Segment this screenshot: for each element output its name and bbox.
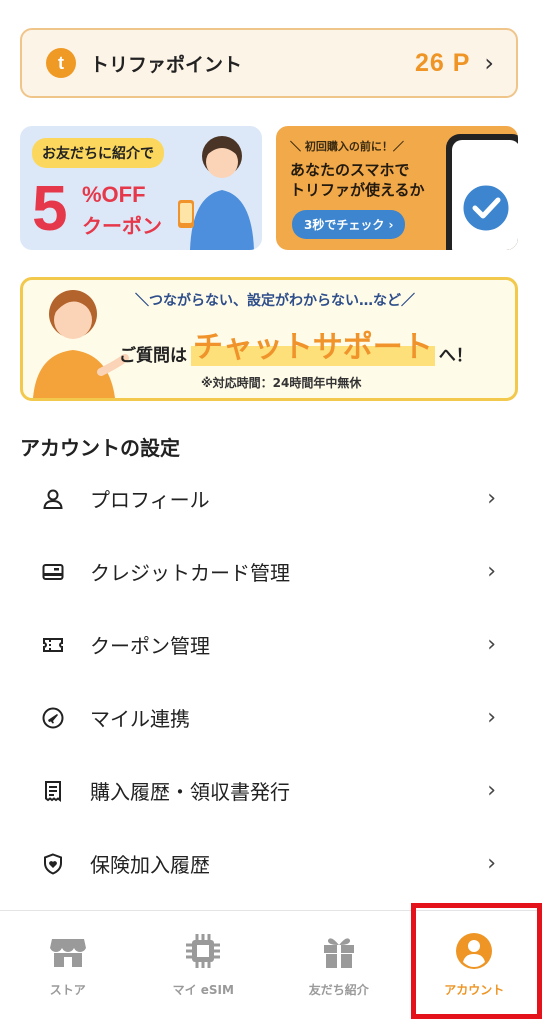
ticket-icon	[40, 632, 66, 658]
tab-account[interactable]: アカウント	[407, 911, 542, 1024]
tab-label: アカウント	[444, 983, 505, 997]
chevron-right-icon: ›	[487, 632, 496, 657]
settings-item-label: 保険加入履歴	[90, 853, 210, 877]
tab-my-esim[interactable]: マイ eSIM	[136, 911, 272, 1024]
points-label: トリファポイント	[90, 53, 243, 76]
shield-icon	[40, 851, 66, 877]
tab-label: ストア	[49, 983, 86, 997]
settings-item-mileage[interactable]: マイル連携 ›	[0, 681, 542, 754]
chat-support-banner[interactable]: ＼つながらない、設定がわからない…など／ ご質問は チャットサポート へ！ ※対…	[20, 277, 518, 401]
tab-store[interactable]: ストア	[0, 911, 136, 1024]
chevron-right-icon: ›	[487, 486, 496, 511]
store-icon	[48, 931, 88, 971]
support-top-text: ＼つながらない、設定がわからない…など／	[135, 293, 415, 309]
check-subtitle: ＼ 初回購入の前に！／	[290, 140, 404, 153]
gift-icon	[319, 931, 359, 971]
settings-item-label: クレジットカード管理	[90, 561, 290, 585]
tab-label: マイ eSIM	[172, 983, 234, 997]
settings-item-label: マイル連携	[90, 707, 190, 731]
settings-item-insurance[interactable]: 保険加入履歴 ›	[0, 827, 542, 900]
invite-banner[interactable]: お友だちに紹介で 5 %OFF クーポン	[20, 126, 262, 250]
check-button[interactable]: 3秒でチェック ›	[292, 210, 406, 239]
support-hours: ※対応時間：24時間年中無休	[201, 376, 362, 390]
chip-icon	[183, 931, 223, 971]
tab-label: 友だち紹介	[308, 983, 369, 997]
invite-off: %OFF	[82, 182, 146, 207]
compatibility-check-banner[interactable]: ＼ 初回購入の前に！／ あなたのスマホで トリファが使えるか 3秒でチェック ›	[276, 126, 518, 250]
settings-item-credit-card[interactable]: クレジットカード管理 ›	[0, 535, 542, 608]
invite-percent: 5	[32, 172, 68, 244]
woman-with-phone-illustration	[178, 136, 254, 250]
check-title-line2: トリファが使えるか	[290, 181, 425, 200]
chevron-right-icon: ›	[487, 559, 496, 584]
invite-coupon: クーポン	[82, 214, 162, 238]
chevron-right-icon: ›	[484, 49, 494, 77]
settings-item-label: クーポン管理	[90, 634, 210, 658]
support-post: へ！	[438, 346, 473, 366]
settings-list: プロフィール › クレジットカード管理 › クーポン管理 › マイル連携 › 購…	[0, 462, 542, 900]
points-value: 26 P	[414, 48, 471, 77]
bottom-tab-bar: ストア マイ eSIM 友だち紹介 アカウント	[0, 910, 542, 1024]
chevron-right-icon: ›	[487, 778, 496, 803]
settings-item-purchase-history[interactable]: 購入履歴・領収書発行 ›	[0, 754, 542, 827]
support-pre: ご質問は	[119, 346, 187, 366]
trifa-logo-icon: t	[46, 48, 76, 78]
person-icon	[40, 486, 66, 512]
receipt-icon	[40, 778, 66, 804]
account-settings-title: アカウントの設定	[20, 436, 180, 460]
settings-item-label: プロフィール	[90, 488, 210, 512]
support-highlight: チャットサポート	[191, 322, 435, 366]
chevron-right-icon: ›	[487, 851, 496, 876]
account-icon	[454, 931, 494, 971]
credit-card-icon	[40, 559, 66, 585]
settings-item-label: 購入履歴・領収書発行	[90, 780, 290, 804]
tab-invite-friends[interactable]: 友だち紹介	[271, 911, 407, 1024]
chevron-right-icon: ›	[487, 705, 496, 730]
check-title: あなたのスマホで トリファが使えるか	[290, 160, 425, 201]
support-main: ご質問は チャットサポート へ！	[119, 322, 473, 366]
plane-icon	[40, 705, 66, 731]
check-title-line1: あなたのスマホで	[290, 161, 410, 179]
support-woman-illustration	[33, 290, 129, 398]
invite-tag: お友だちに紹介で	[32, 138, 164, 168]
settings-item-coupon[interactable]: クーポン管理 ›	[0, 608, 542, 681]
smartphone-check-illustration	[446, 134, 518, 250]
points-card[interactable]: t トリファポイント 26 P ›	[20, 28, 518, 98]
settings-item-profile[interactable]: プロフィール ›	[0, 462, 542, 535]
